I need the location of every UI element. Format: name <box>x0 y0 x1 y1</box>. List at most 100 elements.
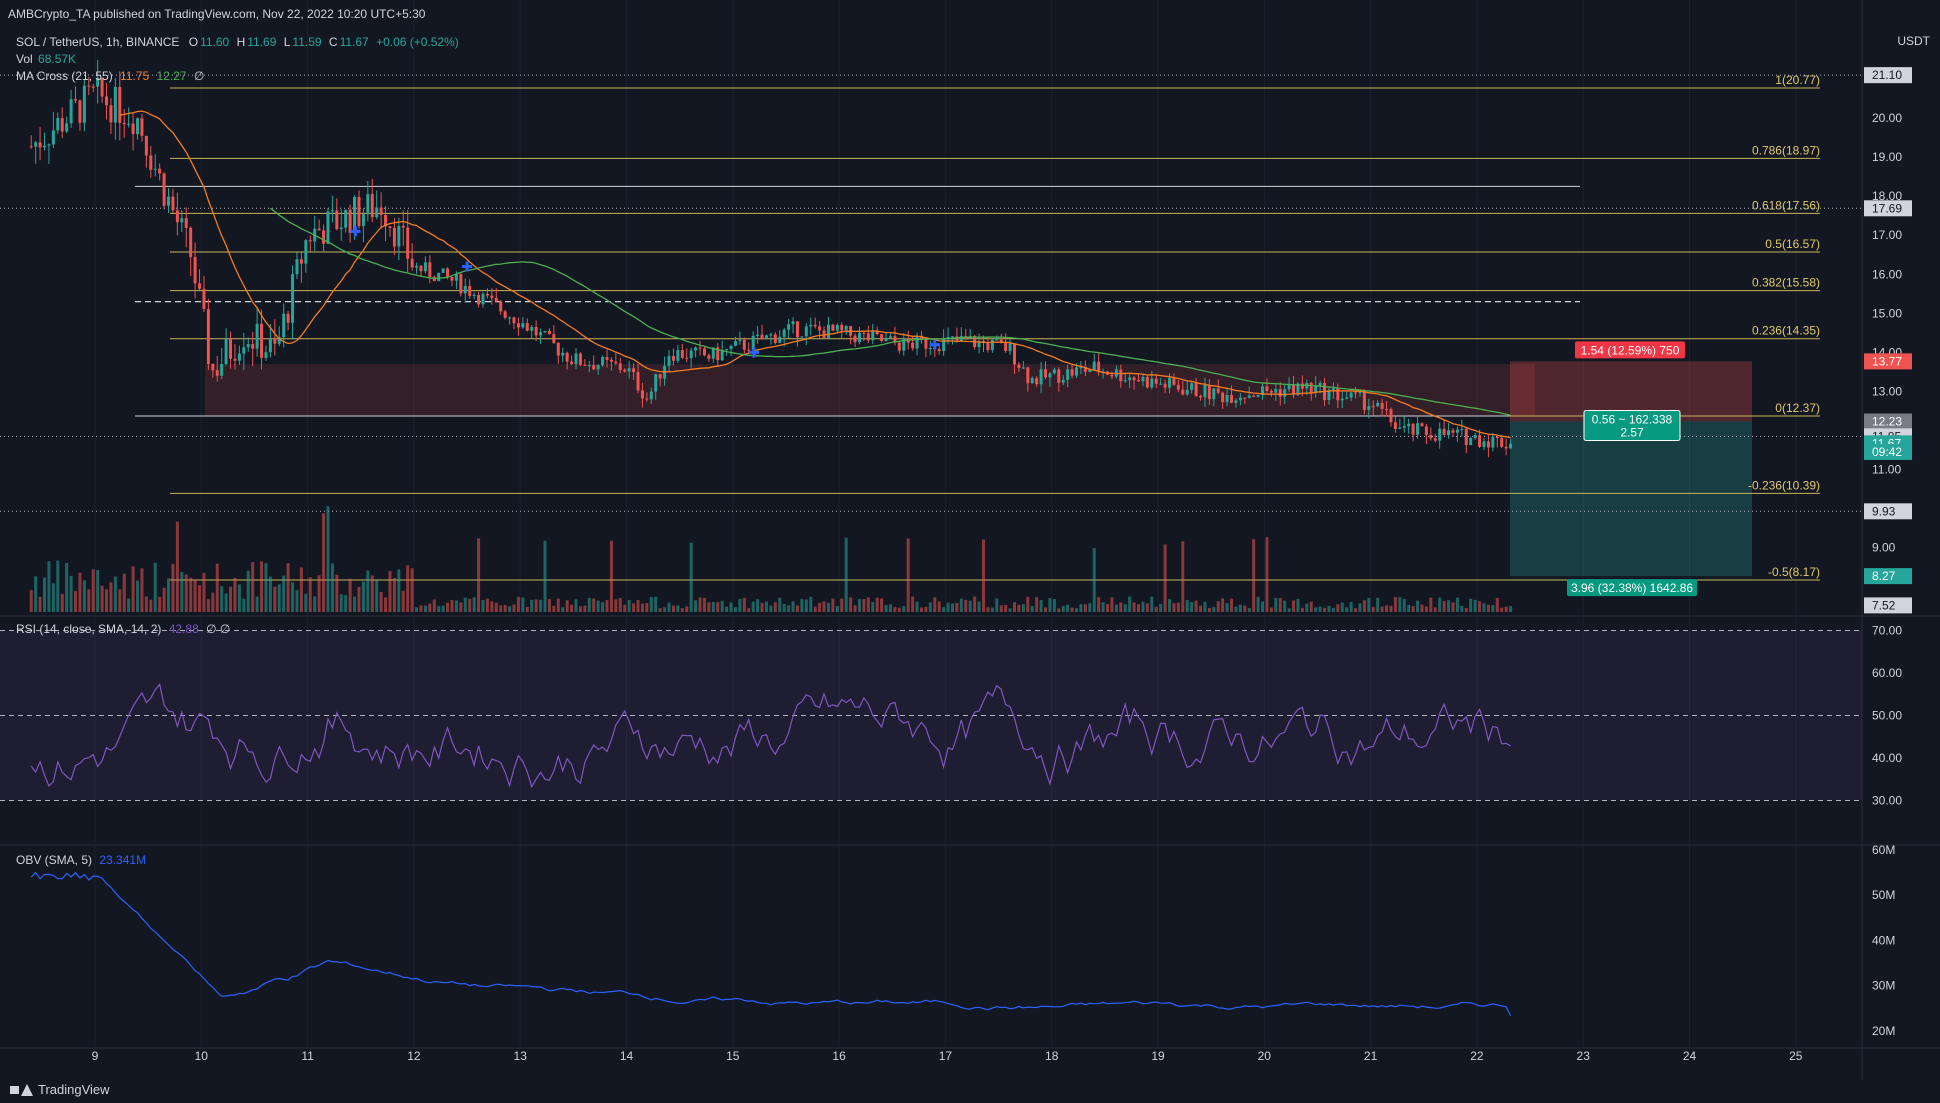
candle-body <box>105 96 109 106</box>
legend-ma-label[interactable]: MA Cross (21, 55) <box>16 69 113 83</box>
volume-bar <box>277 584 281 612</box>
candle-body <box>1402 426 1406 428</box>
candle-body <box>1061 379 1065 383</box>
candle-body <box>552 334 556 343</box>
candle-body <box>1190 383 1194 390</box>
candle-body <box>1026 367 1030 384</box>
volume-bar <box>459 602 463 612</box>
volume-bar <box>499 605 503 612</box>
volume-bar <box>1349 602 1353 612</box>
candle-body <box>379 207 383 215</box>
volume-bar <box>91 569 95 612</box>
legend-volume-label[interactable]: Vol <box>16 52 33 66</box>
candle-body <box>481 293 485 305</box>
position-stop-label: 1.54 (12.59%) 750 <box>1581 343 1680 357</box>
volume-bar <box>822 601 826 612</box>
volume-bar <box>432 599 436 612</box>
volume-bar <box>1070 607 1074 612</box>
legend-rsi-label[interactable]: RSI (14, close, SMA, 14, 2) <box>16 622 161 636</box>
candle-body <box>1230 395 1234 403</box>
candle-body <box>1407 423 1411 427</box>
volume-bar <box>304 593 308 612</box>
volume-bar <box>645 603 649 612</box>
volume-bar <box>1442 600 1446 612</box>
volume-bar <box>1012 602 1016 612</box>
volume-bar <box>1416 600 1420 612</box>
volume-bar <box>419 605 423 612</box>
volume-bar <box>100 585 104 612</box>
volume-bar <box>1345 607 1349 612</box>
candle-body <box>844 326 848 331</box>
candle-body <box>1442 428 1446 436</box>
volume-bar <box>1323 607 1327 612</box>
volume-bar <box>1327 605 1331 612</box>
volume-bar <box>937 601 941 612</box>
volume-bar <box>592 598 596 612</box>
candle-body <box>866 333 870 341</box>
time-tick-label: 19 <box>1151 1049 1165 1063</box>
candle-body <box>818 326 822 331</box>
candle-body <box>694 347 698 351</box>
volume-bar <box>760 602 764 612</box>
candle-body <box>1336 388 1340 401</box>
candle-body <box>764 335 768 340</box>
candle-body <box>295 259 299 275</box>
candle-body <box>1376 402 1380 407</box>
candle-body <box>1504 446 1508 449</box>
volume-bar <box>1292 600 1296 612</box>
volume-bar <box>1451 602 1455 612</box>
volume-bar <box>1486 604 1490 612</box>
candle-body <box>87 85 91 87</box>
volume-bar <box>1371 606 1375 612</box>
volume-bar <box>109 582 113 612</box>
volume-bar <box>738 598 742 612</box>
rsi-tick-label: 60.00 <box>1872 666 1902 680</box>
candle-body <box>773 334 777 343</box>
tradingview-logo[interactable]: TradingView <box>10 1082 110 1097</box>
volume-bar <box>1469 598 1473 612</box>
price-tick-label: 17.00 <box>1872 228 1902 242</box>
price-tick-label: 16.00 <box>1872 267 1902 281</box>
volume-bar <box>78 572 82 612</box>
candle-body <box>1292 384 1296 395</box>
price-axis-title: USDT <box>1897 34 1930 48</box>
volume-bar <box>51 583 55 612</box>
candle-body <box>1340 398 1344 401</box>
volume-bar <box>388 571 392 612</box>
candle-body <box>1048 373 1052 378</box>
candle-body <box>1012 343 1016 365</box>
volume-bar <box>1199 605 1203 612</box>
volume-bar <box>1314 607 1318 612</box>
volume-bar <box>561 607 565 612</box>
legend-obv-label[interactable]: OBV (SMA, 5) <box>16 853 92 867</box>
volume-bar <box>82 580 86 612</box>
volume-bar <box>605 600 609 612</box>
candle-body <box>477 294 481 305</box>
candle-body <box>1389 409 1393 423</box>
candle-body <box>149 155 153 170</box>
volume-bar <box>1269 607 1273 612</box>
time-tick-label: 21 <box>1364 1049 1378 1063</box>
volume-bar <box>986 607 990 612</box>
volume-bar <box>1110 597 1114 612</box>
volume-bar <box>1052 599 1056 612</box>
volume-bar <box>401 590 405 612</box>
candle-body <box>508 317 512 319</box>
volume-bar <box>1163 544 1167 612</box>
candle-body <box>366 194 370 215</box>
volume-bar <box>1035 597 1039 612</box>
time-tick-label: 10 <box>195 1049 209 1063</box>
volume-bar <box>977 601 981 612</box>
volume-bar <box>787 605 791 612</box>
volume-bar <box>578 606 582 612</box>
legend-symbol[interactable]: SOL / TetherUS, 1h, BINANCE <box>16 35 179 49</box>
candle-body <box>1447 430 1451 436</box>
candle-body <box>472 294 476 296</box>
candle-body <box>1145 376 1149 388</box>
volume-bar <box>1500 607 1504 612</box>
time-tick-label: 12 <box>407 1049 421 1063</box>
candle-body <box>1066 369 1070 380</box>
candle-body <box>1137 380 1141 382</box>
candle-body <box>1234 400 1238 403</box>
candle-body <box>685 357 689 359</box>
